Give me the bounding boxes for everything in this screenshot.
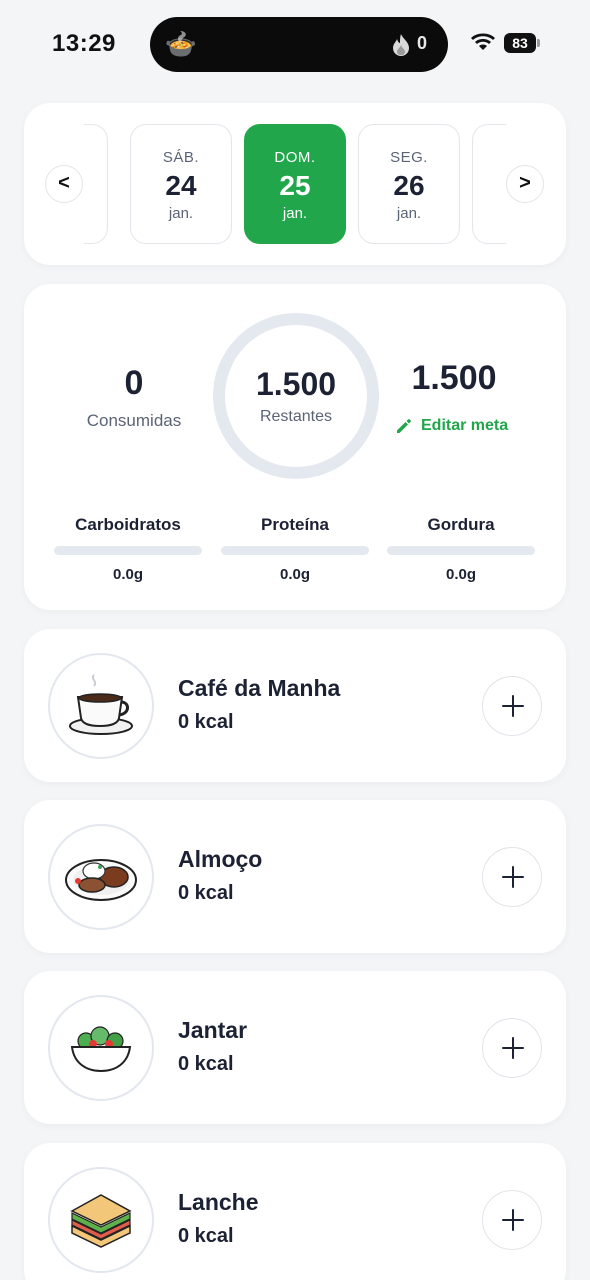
battery-tip [537,39,540,47]
battery-level: 83 [504,33,536,53]
meal-name: Lanche [178,1189,259,1215]
clock: 13:29 [52,30,116,57]
meal-kcal: 0 kcal [178,711,234,733]
meal-name: Café da Manha [178,675,341,701]
edit-goal-label: Editar meta [421,417,509,434]
day-number: 26 [393,170,425,201]
add-food-button[interactable] [482,847,542,907]
meal-kcal: 0 kcal [178,882,234,904]
meal-kcal: 0 kcal [178,1053,234,1075]
macro-progress-bar [54,546,202,555]
next-day-button[interactable]: > [506,165,544,203]
add-food-button[interactable] [482,1190,542,1250]
macro-name: Gordura [427,515,495,534]
goal-calories: 1.500 [411,359,497,397]
meal-name: Almoço [178,846,263,872]
day-item-24[interactable]: SÁB. 24 jan. [130,124,232,244]
day-number: 25 [279,170,311,201]
macro-fat: Gordura 0.0g [386,515,536,583]
add-food-button[interactable] [482,676,542,736]
soup-bowl-icon: 🍲 [164,29,198,59]
calorie-summary-card: 0 Consumidas 1.500 Restantes 1.500 Edita… [24,284,566,610]
coffee-cup-icon [48,653,154,759]
remaining-label: Restantes [259,408,333,425]
previous-day-button[interactable]: < [45,165,83,203]
day-number: 24 [165,170,197,201]
salad-bowl-icon [48,995,154,1101]
add-food-button[interactable] [482,1018,542,1078]
meal-kcal: 0 kcal [178,1225,234,1247]
status-bar: 13:29 🍲 0 83 [0,0,590,90]
meal-card-lunch[interactable]: Almoço 0 kcal [24,800,566,953]
day-month: jan. [396,205,422,222]
pencil-icon [397,419,411,433]
battery-indicator: 83 [504,33,540,53]
day-month: jan. [168,205,194,222]
day-partial-previous[interactable] [84,124,108,244]
macro-value: 0.0g [445,566,476,583]
lunch-plate-icon [48,824,154,930]
date-selector-card: < SÁB. 24 jan. DOM. 25 jan. SEG. 26 jan.… [24,103,566,265]
day-weekday: DOM. [274,149,316,166]
day-item-25-selected[interactable]: DOM. 25 jan. [244,124,346,244]
macro-name: Proteína [260,515,330,534]
macro-carbs: Carboidratos 0.0g [53,515,203,583]
day-weekday: SÁB. [162,149,200,166]
consumed-calories: 0 [124,364,144,402]
sandwich-icon [48,1167,154,1273]
flame-count: 0 [417,33,428,53]
day-partial-next[interactable] [472,124,506,244]
day-weekday: SEG. [390,149,428,166]
meal-card-breakfast[interactable]: Café da Manha 0 kcal [24,629,566,782]
meal-card-dinner[interactable]: Jantar 0 kcal [24,971,566,1124]
day-strip[interactable]: SÁB. 24 jan. DOM. 25 jan. SEG. 26 jan. [84,124,506,244]
consumed-label: Consumidas [86,411,182,430]
dynamic-island[interactable]: 🍲 0 [150,17,448,72]
edit-goal-button[interactable]: Editar meta [394,415,508,437]
day-month: jan. [282,205,308,222]
meal-name: Jantar [178,1017,248,1043]
macro-name: Carboidratos [75,515,181,534]
macro-progress-bar [221,546,369,555]
macro-value: 0.0g [279,566,310,583]
macro-value: 0.0g [112,566,143,583]
meal-card-snack[interactable]: Lanche 0 kcal [24,1143,566,1280]
remaining-calories: 1.500 [255,366,337,402]
day-item-26[interactable]: SEG. 26 jan. [358,124,460,244]
wifi-icon [471,33,495,50]
macro-protein: Proteína 0.0g [220,515,370,583]
macro-progress-bar [387,546,535,555]
flame-icon [393,34,409,56]
